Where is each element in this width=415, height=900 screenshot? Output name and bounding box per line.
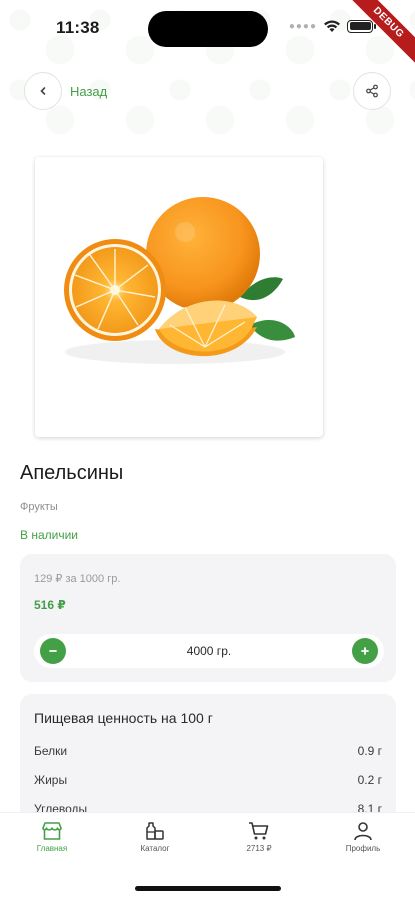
nutrition-card: Пищевая ценность на 100 г Белки 0.9 г Жи… (20, 694, 396, 824)
quantity-stepper: 4000 гр. (34, 634, 384, 668)
nav-label: Профиль (345, 844, 381, 853)
store-icon (42, 822, 62, 840)
profile-icon (354, 822, 372, 841)
nutrition-label: Жиры (34, 773, 68, 787)
nutrition-value: 0.2 г (357, 773, 382, 787)
nutrition-label: Белки (34, 744, 68, 758)
nutrition-value: 0.9 г (357, 744, 382, 758)
wifi-icon (324, 20, 340, 32)
product-category: Фрукты (20, 501, 58, 513)
status-icons: ●●●● (288, 19, 376, 33)
nav-label: Каталог (140, 844, 170, 853)
plus-icon (361, 647, 369, 655)
share-button[interactable] (353, 72, 391, 110)
nav-label: 2713 ₽ (246, 844, 272, 853)
nutrition-title: Пищевая ценность на 100 г (34, 710, 213, 726)
nav-label: Главная (36, 844, 68, 853)
unit-price: 129 ₽ за 1000 гр. (34, 573, 121, 585)
home-indicator (135, 886, 281, 891)
share-icon (366, 84, 378, 98)
signal-icon: ●●●● (288, 20, 317, 32)
catalog-icon (146, 822, 164, 840)
battery-icon (347, 19, 376, 33)
back-label[interactable]: Назад (70, 84, 107, 99)
nav-item-cart[interactable]: 2713 ₽ (219, 821, 299, 853)
product-title: Апельсины (20, 462, 124, 484)
nutrition-row: Белки 0.9 г (34, 744, 382, 760)
quantity-value: 4000 гр. (186, 644, 232, 658)
orange-fruit-image (64, 197, 295, 364)
product-image (35, 157, 323, 437)
dynamic-island (148, 11, 268, 47)
status-bar: 11:38 ●●●● DEBUG (0, 0, 415, 69)
status-time: 11:38 (56, 18, 100, 37)
price-card: 129 ₽ за 1000 гр. 516 ₽ 4000 гр. (20, 554, 396, 682)
back-button[interactable]: Назад (24, 72, 107, 110)
cart-icon (249, 822, 269, 840)
availability-status: В наличии (20, 528, 79, 542)
nutrition-row: Жиры 0.2 г (34, 773, 382, 789)
nav-item-profile[interactable]: Профиль (323, 821, 403, 853)
total-price: 516 ₽ (34, 598, 66, 612)
increase-quantity-button[interactable] (352, 638, 378, 664)
chevron-left-icon[interactable] (24, 72, 62, 110)
nav-item-home[interactable]: Главная (12, 821, 92, 853)
nav-item-catalog[interactable]: Каталог (115, 821, 195, 853)
